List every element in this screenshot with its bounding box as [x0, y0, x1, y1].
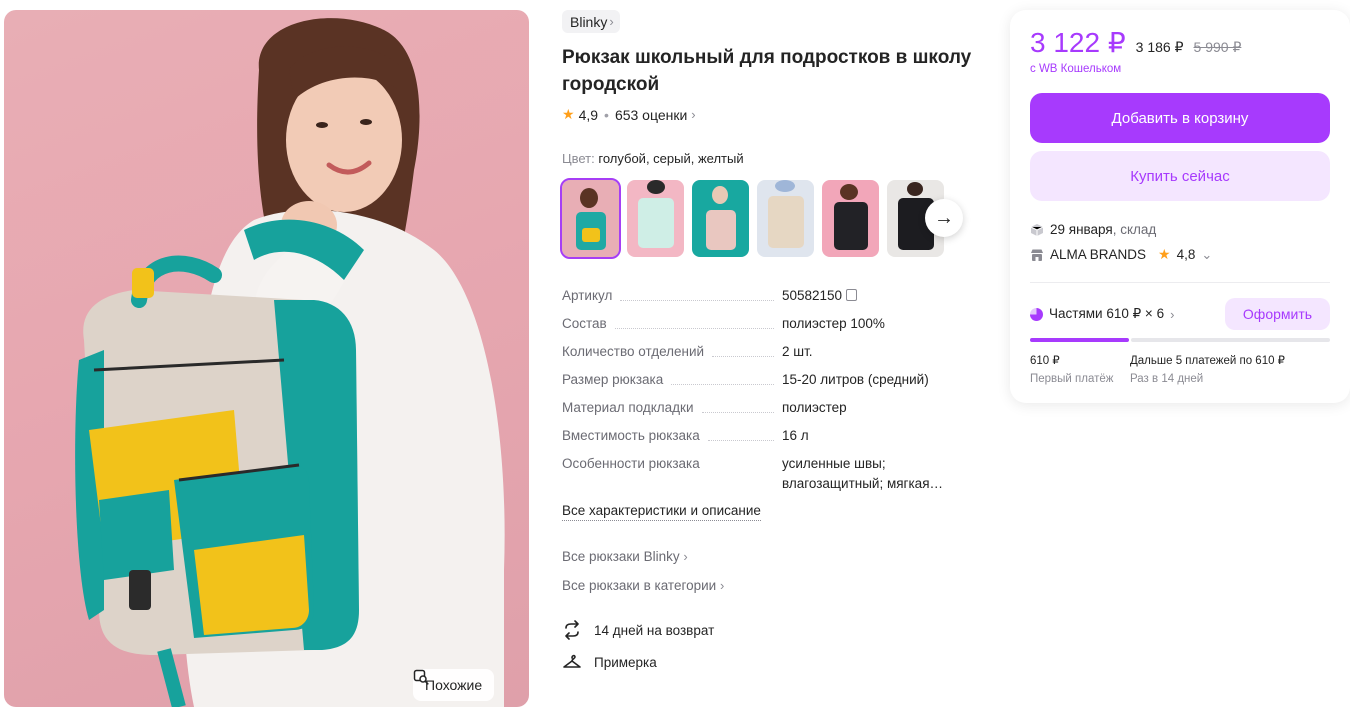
color-thumb-teal-yellow[interactable]	[560, 178, 621, 259]
installments-link[interactable]: Частями 610 ₽ × 6 ›	[1030, 306, 1174, 322]
wallet-note[interactable]: с WB Кошельком	[1030, 63, 1121, 75]
chevron-down-icon: ⌄	[1201, 246, 1213, 262]
product-illustration	[75, 18, 505, 707]
chevron-right-icon: ›	[691, 107, 696, 122]
chevron-right-icon: ›	[683, 549, 688, 564]
star-icon: ★	[1158, 246, 1171, 262]
first-payment-label: Первый платёж	[1030, 373, 1114, 385]
brand-name: Blinky	[570, 13, 608, 30]
color-thumb-pink-teal[interactable]	[692, 180, 749, 257]
thumbnails-next-button[interactable]: →	[925, 199, 963, 237]
color-thumb-mint[interactable]	[627, 180, 684, 257]
delivery-info: 29 января, склад	[1030, 222, 1156, 237]
category-link[interactable]: Все рюкзаки в категории ›	[562, 578, 724, 593]
seller-link[interactable]: ALMA BRANDS ★ 4,8 ⌄	[1030, 246, 1212, 263]
shop-icon	[1031, 249, 1043, 261]
article-number: 50582150	[782, 288, 843, 303]
spec-key: Состав	[562, 316, 607, 331]
spec-row: Состав полиэстер 100%	[562, 314, 972, 334]
spec-row: Количество отделений 2 шт.	[562, 342, 972, 362]
similar-button[interactable]: Похожие	[413, 669, 495, 701]
color-thumbnails	[560, 178, 944, 259]
spec-key: Размер рюкзака	[562, 372, 664, 387]
first-payment-amount: 610 ₽	[1030, 355, 1060, 367]
star-icon: ★	[562, 106, 575, 122]
divider	[1030, 282, 1330, 283]
all-specs-link[interactable]: Все характеристики и описание	[562, 503, 761, 521]
color-thumb-beige[interactable]	[757, 180, 814, 257]
spec-key: Вместимость рюкзака	[562, 428, 700, 443]
installments-progress-rest	[1131, 338, 1330, 342]
price-block: 3 122 ₽ 3 186 ₽ 5 990 ₽	[1030, 26, 1241, 59]
product-main-photo[interactable]: Похожие	[4, 10, 529, 707]
wallet-price: 3 122 ₽	[1030, 27, 1126, 58]
spec-row: Особенности рюкзака усиленные швы; влаго…	[562, 454, 972, 494]
brand-link[interactable]: Blinky ›	[562, 10, 620, 33]
fitting-label: Примерка	[594, 654, 657, 670]
spec-key: Количество отделений	[562, 344, 705, 359]
spec-value: 2 шт.	[782, 344, 813, 359]
rating-value: 4,9	[578, 106, 599, 123]
copy-icon[interactable]	[846, 289, 858, 301]
installments-order-button[interactable]: Оформить	[1225, 298, 1330, 330]
box-icon	[1030, 223, 1044, 236]
spec-row: Материал подкладки полиэстер	[562, 398, 972, 418]
separator-dot: •	[604, 106, 609, 123]
product-title: Рюкзак школьный для подростков в школу г…	[562, 47, 972, 95]
reviews-count: 653 оценки	[614, 106, 688, 123]
rest-payments-label: Раз в 14 дней	[1130, 373, 1204, 385]
rest-payments: Дальше 5 платежей по 610 ₽ Раз в 14 дней	[1130, 352, 1285, 388]
color-label: Цвет:	[562, 151, 595, 166]
search-similar-icon	[413, 669, 429, 685]
fitting-info: Примерка	[562, 652, 657, 672]
seller-name: ALMA BRANDS	[1050, 247, 1147, 262]
spec-value: 15-20 литров (средний)	[782, 372, 929, 387]
chevron-right-icon: ›	[719, 578, 725, 593]
color-value: голубой, серый, желтый	[598, 151, 744, 166]
specs-table: Артикул 50582150 Состав полиэстер 100% К…	[562, 286, 972, 502]
old-price: 5 990 ₽	[1193, 39, 1242, 55]
spec-value: 16 л	[782, 428, 809, 443]
regular-price: 3 186 ₽	[1135, 39, 1184, 55]
buy-now-button[interactable]: Купить сейчас	[1030, 151, 1330, 201]
category-label: Все рюкзаки в категории	[562, 578, 717, 593]
spec-key: Особенности рюкзака	[562, 456, 700, 471]
arrow-right-icon: →	[934, 206, 954, 229]
similar-label: Похожие	[425, 677, 483, 693]
hanger-icon	[563, 654, 581, 668]
spec-key: Материал подкладки	[562, 400, 694, 415]
seller-rating: 4,8	[1176, 247, 1196, 262]
spec-key: Артикул	[562, 288, 613, 303]
delivery-date: 29 января	[1050, 222, 1113, 237]
spec-row: Артикул 50582150	[562, 286, 972, 306]
installments-progress	[1030, 338, 1330, 342]
rating-link[interactable]: ★ 4,9 • 653 оценки ›	[562, 106, 696, 123]
buy-card: 3 122 ₽ 3 186 ₽ 5 990 ₽ с WB Кошельком Д…	[1010, 10, 1350, 403]
returns-info: 14 дней на возврат	[562, 620, 714, 640]
spec-value: усиленные швы; влагозащитный; мягкая…	[782, 456, 943, 491]
spec-row: Размер рюкзака 15-20 литров (средний)	[562, 370, 972, 390]
pie-chart-icon	[1030, 307, 1043, 321]
installments-label: Частями 610 ₽ × 6	[1049, 306, 1165, 321]
first-payment: 610 ₽ Первый платёж	[1030, 352, 1114, 388]
brand-catalog-link[interactable]: Все рюкзаки Blinky ›	[562, 549, 688, 564]
chevron-right-icon: ›	[1170, 306, 1175, 322]
rest-payments-amount: Дальше 5 платежей по 610 ₽	[1130, 355, 1286, 367]
color-info: Цвет: голубой, серый, желтый	[562, 151, 744, 166]
color-thumb-black-pink[interactable]	[822, 180, 879, 257]
returns-label: 14 дней на возврат	[594, 622, 715, 638]
spec-value: полиэстер	[782, 400, 847, 415]
return-arrows-icon	[565, 620, 579, 640]
delivery-place: , склад	[1112, 222, 1157, 237]
add-to-cart-button[interactable]: Добавить в корзину	[1030, 93, 1330, 143]
installments-progress-first	[1030, 338, 1129, 342]
spec-row: Вместимость рюкзака 16 л	[562, 426, 972, 446]
chevron-right-icon: ›	[609, 14, 614, 29]
spec-value: полиэстер 100%	[782, 316, 885, 331]
brand-catalog-label: Все рюкзаки Blinky	[562, 549, 680, 564]
